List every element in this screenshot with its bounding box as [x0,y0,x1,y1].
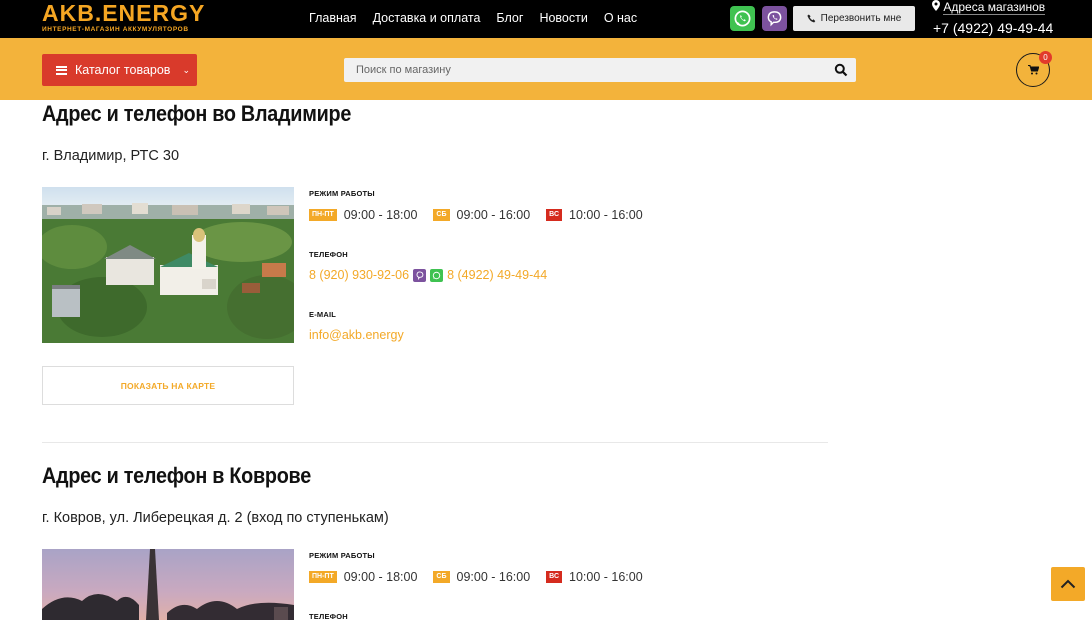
search-input[interactable] [344,58,824,82]
email-label: E-MAIL [309,310,337,319]
hours-weekdays: 09:00 - 18:00 [343,570,418,584]
scroll-top-button[interactable] [1051,567,1085,601]
cart-icon [1027,65,1039,75]
shops-label: Адреса магазинов [943,0,1046,15]
viber-icon[interactable] [413,268,427,282]
whatsapp-icon[interactable] [430,268,444,282]
phone-label: ТЕЛЕФОН [309,250,348,259]
store-address: г. Ковров, ул. Либерецкая д. 2 (вход по … [42,510,389,526]
store-title: Адрес и телефон в Коврове [42,463,311,488]
schedule: ПН-ПТ 09:00 - 18:00 СБ 09:00 - 16:00 ВС … [309,570,659,584]
day-badge-saturday: СБ [433,209,450,221]
hours-sunday: 10:00 - 16:00 [569,570,643,584]
map-pin-icon [932,0,940,11]
hours-label: РЕЖИМ РАБОТЫ [309,551,375,560]
schedule: ПН-ПТ 09:00 - 18:00 СБ 09:00 - 16:00 ВС … [309,208,659,222]
store-address: г. Владимир, РТС 30 [42,148,180,164]
search-box [344,58,856,82]
logo-tagline: ИНТЕРНЕТ-МАГАЗИН АККУМУЛЯТОРОВ [42,26,189,33]
chevron-up-icon [1060,579,1076,589]
hours-saturday: 09:00 - 16:00 [456,570,531,584]
store-photo [42,549,294,620]
nav-home[interactable]: Главная [309,10,357,26]
phone-icon [807,14,815,23]
menu-icon [56,65,67,75]
day-badge-saturday: СБ [433,571,450,583]
logo[interactable]: AKB.ENERGY ИНТЕРНЕТ-МАГАЗИН АККУМУЛЯТОРО… [42,2,217,34]
cart-button[interactable]: 0 [1016,51,1052,87]
show-on-map-button[interactable]: ПОКАЗАТЬ НА КАРТЕ [42,366,294,405]
header-phone[interactable]: +7 (4922) 49-49-44 [933,19,1053,37]
store-email[interactable]: info@akb.energy [309,328,404,342]
chevron-down-icon: ⌄ [182,64,190,75]
nav-about[interactable]: О нас [604,10,637,26]
nav-blog[interactable]: Блог [496,10,523,26]
main-nav: Главная Доставка и оплата Блог Новости О… [309,10,637,26]
hours-weekdays: 09:00 - 18:00 [343,208,418,222]
nav-news[interactable]: Новости [539,10,587,26]
hours-saturday: 09:00 - 16:00 [456,208,531,222]
day-badge-sunday: ВС [546,209,563,221]
shops-link[interactable]: Адреса магазинов [932,0,1046,15]
day-badge-weekdays: ПН-ПТ [309,209,337,221]
store-phone-landline[interactable]: 8 (4922) 49-49-44 [447,268,547,282]
day-badge-weekdays: ПН-ПТ [309,571,337,583]
viber-icon[interactable] [762,6,787,31]
nav-delivery[interactable]: Доставка и оплата [373,10,481,26]
logo-text: AKB.ENERGY [42,0,206,26]
hours-label: РЕЖИМ РАБОТЫ [309,189,375,198]
cart-count-badge: 0 [1039,51,1052,64]
hours-sunday: 10:00 - 16:00 [569,208,643,222]
callback-button[interactable]: Перезвонить мне [793,6,915,31]
store-title: Адрес и телефон во Владимире [42,101,352,126]
store-phone-mobile[interactable]: 8 (920) 930-92-06 [309,268,409,282]
search-icon[interactable] [834,63,848,77]
toolbar: Каталог товаров ⌄ 0 [0,38,1092,100]
whatsapp-icon[interactable] [730,6,755,31]
top-bar: AKB.ENERGY ИНТЕРНЕТ-МАГАЗИН АККУМУЛЯТОРО… [0,0,1092,38]
store-phones: 8 (920) 930-92-06 8 (4922) 49-49-44 [309,268,547,282]
phone-label: ТЕЛЕФОН [309,612,348,620]
callback-label: Перезвонить мне [820,13,902,24]
day-badge-sunday: ВС [546,571,563,583]
divider [42,442,828,443]
catalog-button[interactable]: Каталог товаров ⌄ [42,54,197,86]
store-photo [42,187,294,343]
catalog-label: Каталог товаров [75,63,171,77]
